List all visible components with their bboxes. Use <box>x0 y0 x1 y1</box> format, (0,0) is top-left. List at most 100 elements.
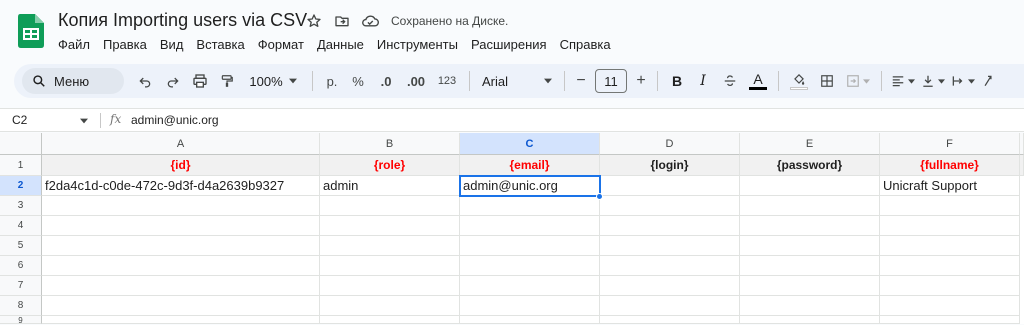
text-color-button[interactable]: A <box>744 67 772 95</box>
cell-e2[interactable] <box>740 176 880 196</box>
cell-d2[interactable] <box>600 176 740 196</box>
fill-handle[interactable] <box>596 193 603 200</box>
cell-d1[interactable]: {login} <box>600 155 740 176</box>
document-title[interactable]: Копия Importing users via CSV <box>58 10 307 31</box>
font-family-select[interactable]: Arial <box>476 67 558 95</box>
cell-f7[interactable] <box>880 276 1020 296</box>
cell-b4[interactable] <box>320 216 460 236</box>
bold-button[interactable]: B <box>664 67 690 95</box>
cell-d6[interactable] <box>600 256 740 276</box>
horizontal-align-icon[interactable] <box>888 67 918 95</box>
cell-e7[interactable] <box>740 276 880 296</box>
cell-d3[interactable] <box>600 196 740 216</box>
merge-cells-icon[interactable] <box>841 67 875 95</box>
cell-f8[interactable] <box>880 296 1020 316</box>
menu-format[interactable]: Формат <box>258 37 312 52</box>
currency-format-button[interactable]: р. <box>319 67 345 95</box>
column-header-d[interactable]: D <box>600 133 740 155</box>
menu-edit[interactable]: Правка <box>103 37 155 52</box>
move-folder-icon[interactable] <box>333 12 351 30</box>
redo-icon[interactable] <box>160 67 186 95</box>
cell-b1[interactable]: {role} <box>320 155 460 176</box>
cell-c1[interactable]: {email} <box>460 155 600 176</box>
cell-b9[interactable] <box>320 316 460 324</box>
cloud-saved-icon[interactable] <box>361 12 379 30</box>
cell-a6[interactable] <box>42 256 320 276</box>
cell-c5[interactable] <box>460 236 600 256</box>
zoom-select[interactable]: 100% <box>240 67 306 95</box>
row-header-3[interactable]: 3 <box>0 196 42 216</box>
text-rotation-icon[interactable] <box>978 67 998 95</box>
cell-f6[interactable] <box>880 256 1020 276</box>
menu-search[interactable]: Меню <box>22 68 124 94</box>
menu-file[interactable]: Файл <box>58 37 98 52</box>
cell-d4[interactable] <box>600 216 740 236</box>
cell-c9[interactable] <box>460 316 600 324</box>
cell-b8[interactable] <box>320 296 460 316</box>
row-header-8[interactable]: 8 <box>0 296 42 316</box>
fill-color-icon[interactable] <box>785 67 813 95</box>
font-size-input[interactable]: 11 <box>595 69 627 93</box>
increase-decimal-button[interactable]: .00 <box>401 67 431 95</box>
row-header-1[interactable]: 1 <box>0 155 42 176</box>
column-header-f[interactable]: F <box>880 133 1020 155</box>
print-icon[interactable] <box>186 67 214 95</box>
font-size-increase-button[interactable]: + <box>631 67 651 95</box>
paint-format-icon[interactable] <box>214 67 240 95</box>
cell-e8[interactable] <box>740 296 880 316</box>
cell-f5[interactable] <box>880 236 1020 256</box>
text-wrap-icon[interactable] <box>948 67 978 95</box>
cell-c8[interactable] <box>460 296 600 316</box>
row-header-6[interactable]: 6 <box>0 256 42 276</box>
column-header-b[interactable]: B <box>320 133 460 155</box>
cell-f2[interactable]: Unicraft Support <box>880 176 1020 196</box>
cell-e6[interactable] <box>740 256 880 276</box>
select-all-corner[interactable] <box>0 133 42 155</box>
menu-extensions[interactable]: Расширения <box>471 37 555 52</box>
number-format-button[interactable]: 123 <box>431 67 463 95</box>
font-size-decrease-button[interactable]: − <box>571 67 591 95</box>
cell-a5[interactable] <box>42 236 320 256</box>
undo-icon[interactable] <box>130 67 160 95</box>
cell-a4[interactable] <box>42 216 320 236</box>
cell-c6[interactable] <box>460 256 600 276</box>
cell-b7[interactable] <box>320 276 460 296</box>
percent-format-button[interactable]: % <box>345 67 371 95</box>
menu-tools[interactable]: Инструменты <box>377 37 466 52</box>
cell-f4[interactable] <box>880 216 1020 236</box>
menu-view[interactable]: Вид <box>160 37 192 52</box>
cell-a3[interactable] <box>42 196 320 216</box>
cell-a7[interactable] <box>42 276 320 296</box>
cell-d8[interactable] <box>600 296 740 316</box>
menu-insert[interactable]: Вставка <box>196 37 252 52</box>
row-header-4[interactable]: 4 <box>0 216 42 236</box>
menu-help[interactable]: Справка <box>560 37 619 52</box>
cell-c2[interactable]: admin@unic.org <box>460 176 600 196</box>
name-box[interactable]: C2 <box>12 113 27 127</box>
decrease-decimal-button[interactable]: .0 <box>371 67 401 95</box>
row-header-5[interactable]: 5 <box>0 236 42 256</box>
column-header-a[interactable]: A <box>42 133 320 155</box>
cell-c4[interactable] <box>460 216 600 236</box>
cell-f1[interactable]: {fullname} <box>880 155 1020 176</box>
cell-a1[interactable]: {id} <box>42 155 320 176</box>
cell-b3[interactable] <box>320 196 460 216</box>
cell-a8[interactable] <box>42 296 320 316</box>
italic-button[interactable]: I <box>690 67 716 95</box>
star-icon[interactable] <box>305 12 323 30</box>
formula-input[interactable]: admin@unic.org <box>131 113 219 127</box>
cell-e5[interactable] <box>740 236 880 256</box>
row-header-9[interactable]: 9 <box>0 316 42 325</box>
cell-f3[interactable] <box>880 196 1020 216</box>
row-header-7[interactable]: 7 <box>0 276 42 296</box>
cell-e4[interactable] <box>740 216 880 236</box>
cell-d9[interactable] <box>600 316 740 324</box>
cell-e9[interactable] <box>740 316 880 324</box>
cell-d5[interactable] <box>600 236 740 256</box>
column-header-g[interactable] <box>1020 133 1024 155</box>
column-header-c[interactable]: C <box>460 133 600 155</box>
cell-b2[interactable]: admin <box>320 176 460 196</box>
chevron-down-icon[interactable] <box>80 118 88 124</box>
cell-b6[interactable] <box>320 256 460 276</box>
cell-c3[interactable] <box>460 196 600 216</box>
